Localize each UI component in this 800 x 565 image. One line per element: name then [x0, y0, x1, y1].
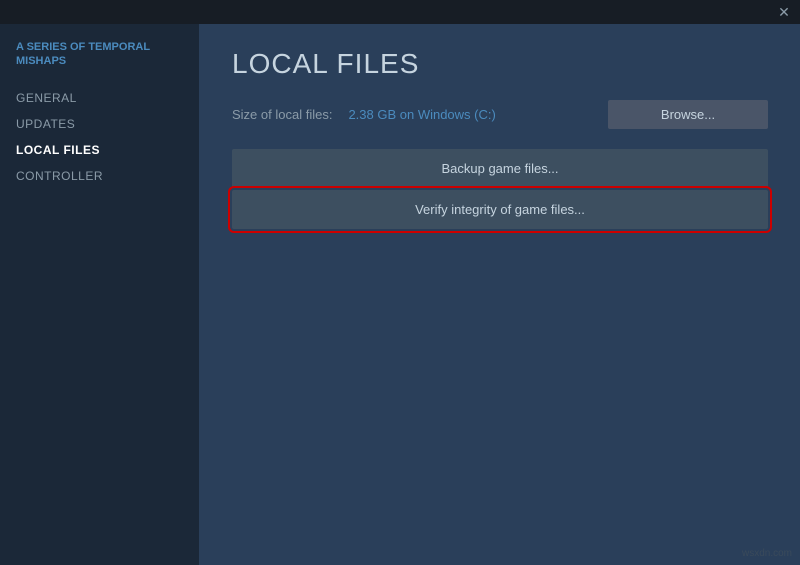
- main-content: LOCAL FILES Size of local files: 2.38 GB…: [200, 24, 800, 565]
- file-size-label: Size of local files:: [232, 107, 332, 122]
- sidebar: A SERIES OF TEMPORAL MISHAPS GENERAL UPD…: [0, 24, 200, 565]
- backup-button[interactable]: Backup game files...: [232, 149, 768, 188]
- page-title: LOCAL FILES: [232, 48, 768, 80]
- sidebar-item-local-files[interactable]: LOCAL FILES: [0, 137, 199, 163]
- title-bar: ✕: [0, 0, 800, 24]
- action-buttons: Backup game files... Verify integrity of…: [232, 149, 768, 231]
- file-size-value: 2.38 GB on Windows (C:): [348, 107, 495, 122]
- file-size-row: Size of local files: 2.38 GB on Windows …: [232, 100, 768, 129]
- verify-integrity-button[interactable]: Verify integrity of game files...: [232, 190, 768, 229]
- browse-button[interactable]: Browse...: [608, 100, 768, 129]
- sidebar-item-controller[interactable]: CONTROLLER: [0, 163, 199, 189]
- game-title[interactable]: A SERIES OF TEMPORAL MISHAPS: [0, 40, 199, 85]
- sidebar-item-general[interactable]: GENERAL: [0, 85, 199, 111]
- close-button[interactable]: ✕: [776, 4, 792, 20]
- sidebar-item-updates[interactable]: UPDATES: [0, 111, 199, 137]
- content-area: A SERIES OF TEMPORAL MISHAPS GENERAL UPD…: [0, 24, 800, 565]
- watermark: wsxdn.com: [742, 548, 792, 559]
- window: ✕ A SERIES OF TEMPORAL MISHAPS GENERAL U…: [0, 0, 800, 565]
